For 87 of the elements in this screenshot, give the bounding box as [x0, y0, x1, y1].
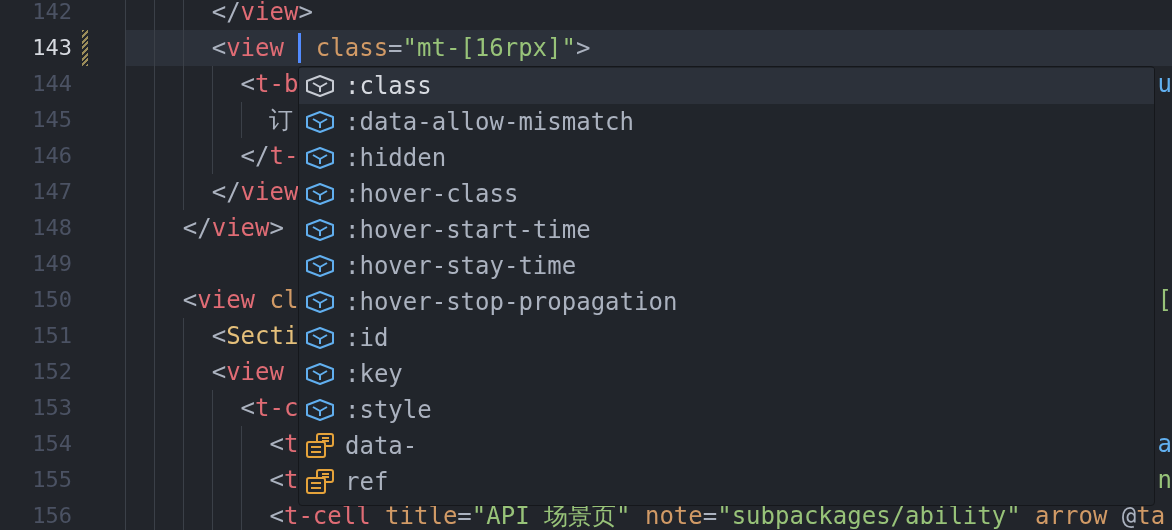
code-token: "API 场景页" — [471, 501, 631, 530]
cube-icon — [305, 326, 335, 350]
code-token: > — [575, 33, 591, 64]
line-number: 152 — [31, 358, 72, 386]
code-token: </ — [210, 0, 241, 28]
text-cursor — [298, 33, 302, 63]
cube-icon — [305, 398, 335, 422]
code-token: t- — [269, 141, 299, 172]
suggestion-item[interactable]: :id — [299, 320, 1154, 356]
line-number: 150 — [31, 286, 72, 314]
code-token: ta — [1136, 501, 1166, 530]
suggestion-item[interactable]: :hover-start-time — [299, 212, 1154, 248]
line-number: 144 — [31, 70, 72, 98]
code-token: u — [1157, 69, 1172, 100]
line-number: 146 — [31, 142, 72, 170]
code-token: cl — [268, 285, 299, 316]
suggestion-item[interactable]: :hidden — [299, 140, 1154, 176]
code-token: a — [1157, 429, 1172, 460]
line-number: 147 — [31, 178, 72, 206]
code-token: view — [211, 213, 270, 244]
code-token: "subpackages/ability" — [717, 501, 1021, 530]
code-token: </ — [181, 213, 212, 244]
code-token: t-cell — [283, 501, 371, 530]
line-number: 153 — [31, 394, 72, 422]
cube-icon — [305, 74, 335, 98]
code-token: 订 — [268, 105, 294, 136]
code-token: "mt-[16rpx]" — [402, 33, 576, 64]
line-number: 151 — [31, 322, 72, 350]
code-token: view — [226, 357, 284, 388]
code-token: [ — [1157, 285, 1172, 316]
code-token: < — [268, 465, 284, 496]
code-token: Secti — [226, 321, 299, 352]
suggestion-item[interactable]: ref — [299, 464, 1154, 500]
code-token: note — [643, 501, 703, 530]
code-token: = — [702, 501, 718, 530]
code-token: t — [283, 429, 299, 460]
code-token: < — [239, 393, 256, 424]
cube-icon — [305, 182, 335, 206]
suggestion-item[interactable]: :key — [299, 356, 1154, 392]
code-token: < — [239, 69, 256, 100]
code-token: > — [298, 0, 313, 28]
code-token: n — [1157, 465, 1172, 496]
suggestion-item[interactable]: :data-allow-mismatch — [299, 104, 1154, 140]
cube-icon — [305, 254, 335, 278]
code-token: < — [268, 429, 284, 460]
code-token: t-c — [255, 393, 299, 424]
code-token: < — [210, 321, 227, 352]
suggestion-item[interactable]: :hover-stop-propagation — [299, 284, 1154, 320]
suggestion-item[interactable]: data- — [299, 428, 1154, 464]
snippet-icon — [305, 432, 335, 460]
code-token: @ — [1120, 501, 1137, 530]
code-token: < — [181, 285, 198, 316]
code-token: t — [283, 465, 299, 496]
cube-icon — [305, 290, 335, 314]
code-token: < — [210, 33, 227, 64]
code-token: > — [269, 213, 284, 244]
cube-icon — [305, 110, 335, 134]
line-number: 145 — [31, 106, 72, 134]
line-number: 143 — [31, 34, 72, 62]
suggestion-item[interactable]: :hover-class — [299, 176, 1154, 212]
code-token: title — [384, 501, 458, 530]
suggestion-item[interactable]: :hover-stay-time — [299, 248, 1154, 284]
code-token: view — [240, 177, 299, 208]
code-token: class — [314, 33, 389, 64]
code-token: < — [210, 357, 227, 388]
code-token: t-b — [255, 69, 299, 100]
line-number: 155 — [31, 466, 72, 494]
code-token: view — [197, 285, 256, 316]
suggestion-item[interactable]: :class — [299, 68, 1154, 104]
code-token: < — [268, 501, 284, 530]
code-token: arrow — [1034, 501, 1108, 530]
suggestion-item[interactable]: :style — [299, 392, 1154, 428]
code-token: view — [226, 33, 285, 64]
code-token: = — [388, 33, 403, 64]
cube-icon — [305, 146, 335, 170]
line-number: 142 — [31, 0, 72, 26]
line-number: 156 — [31, 502, 72, 530]
cube-icon — [305, 218, 335, 242]
line-number: 154 — [31, 430, 72, 458]
code-token: view — [240, 0, 299, 28]
snippet-icon — [305, 468, 335, 496]
code-token: </ — [239, 141, 270, 172]
code-token: </ — [210, 177, 241, 208]
line-number: 149 — [31, 250, 72, 278]
code-token: = — [457, 501, 472, 530]
cube-icon — [305, 362, 335, 386]
line-number: 148 — [31, 214, 72, 242]
